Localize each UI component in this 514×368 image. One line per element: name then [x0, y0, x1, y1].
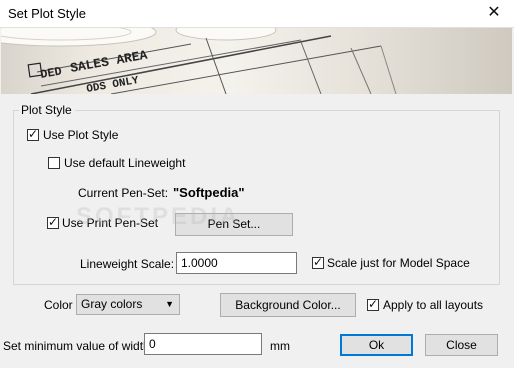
plot-style-legend: Plot Style [19, 104, 75, 117]
watermark: SOFTPEDIA [76, 203, 241, 230]
min-width-input[interactable]: 0 [144, 333, 262, 355]
blueprint-illustration: DED SALES AREA ODS ONLY [1, 28, 397, 94]
use-default-lineweight-checkbox[interactable] [48, 157, 60, 169]
checkmark-icon: ✓ [28, 127, 39, 141]
color-select-value: Gray colors [81, 297, 143, 311]
lineweight-scale-label: Lineweight Scale: [80, 257, 175, 271]
current-pen-set-label: Current Pen-Set: [78, 186, 169, 200]
ok-button[interactable]: Ok [340, 334, 413, 356]
use-default-lineweight-label: Use default Lineweight [64, 156, 186, 170]
checkmark-icon: ✓ [48, 215, 59, 229]
color-label: Color [44, 298, 73, 312]
window-title: Set Plot Style [8, 6, 87, 21]
banner-text-ded: DED [39, 64, 63, 82]
close-button[interactable]: Close [425, 334, 498, 356]
scale-model-space-checkbox[interactable]: ✓ [312, 255, 324, 269]
apply-all-layouts-label: Apply to all layouts [383, 298, 484, 312]
checkmark-icon: ✓ [368, 297, 379, 311]
color-select[interactable]: Gray colors ▼ [76, 294, 180, 315]
min-width-label: Set minimum value of width [3, 339, 150, 353]
scale-model-space-label: Scale just for Model Space [327, 256, 470, 270]
title-bar: Set Plot Style ✕ [0, 0, 514, 28]
use-plot-style-label: Use Plot Style [43, 128, 119, 142]
width-unit-label: mm [270, 339, 290, 353]
current-pen-set-value: "Softpedia" [173, 185, 245, 200]
chevron-down-icon: ▼ [165, 299, 174, 309]
header-banner-image: DED SALES AREA ODS ONLY [1, 28, 512, 94]
apply-all-layouts-checkbox[interactable]: ✓ [367, 297, 379, 311]
use-plot-style-checkbox[interactable]: ✓ [27, 127, 39, 141]
lineweight-scale-input[interactable]: 1.0000 [176, 252, 297, 274]
background-color-button[interactable]: Background Color... [220, 293, 356, 317]
use-print-pen-set-checkbox[interactable]: ✓ [47, 215, 59, 229]
checkmark-icon: ✓ [313, 255, 324, 269]
banner-text-sales-area: SALES AREA [69, 48, 149, 76]
close-icon[interactable]: ✕ [480, 2, 508, 26]
